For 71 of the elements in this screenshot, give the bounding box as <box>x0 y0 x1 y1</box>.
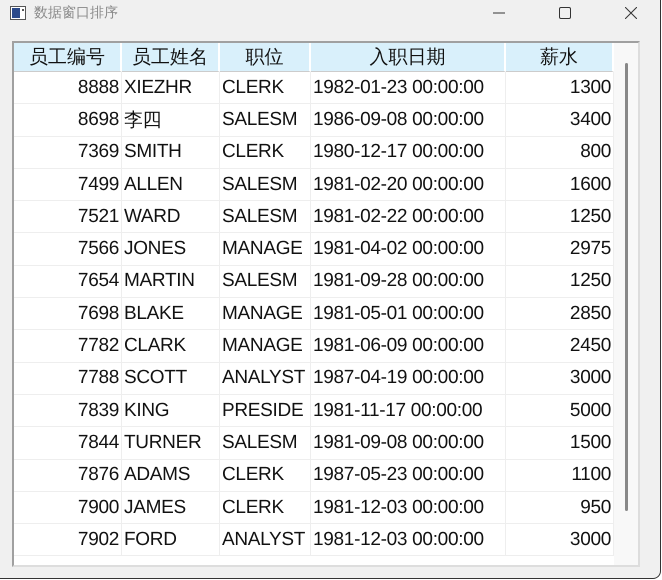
table-cell: XIEZHR <box>122 72 220 104</box>
table-cell: SALESM <box>220 168 311 202</box>
table-cell: 1981-02-20 00:00:00 <box>311 168 506 202</box>
table-cell: 7900 <box>14 492 122 524</box>
table-cell: TURNER <box>122 427 220 460</box>
table-cell: 7782 <box>14 330 122 363</box>
table-cell: 7902 <box>14 524 122 556</box>
table-cell: MANAGE <box>220 330 311 363</box>
table-cell: FORD <box>122 524 220 556</box>
table-cell: 1981-12-03 00:00:00 <box>311 492 506 524</box>
table-cell: CLERK <box>220 492 311 524</box>
table-cell: 8888 <box>14 72 122 104</box>
salary-header[interactable]: 薪水 <box>506 43 614 72</box>
table-cell: 7698 <box>14 298 122 330</box>
table-cell: SALESM <box>220 427 311 460</box>
table-cell: JONES <box>122 233 220 266</box>
table-cell: WARD <box>122 201 220 234</box>
table-cell: SALESM <box>220 201 311 234</box>
table-cell: 7839 <box>14 394 122 428</box>
table-cell: MANAGE <box>220 298 311 330</box>
table-cell: 1981-09-28 00:00:00 <box>311 266 506 298</box>
app-icon <box>10 6 26 20</box>
table-cell: 李四 <box>122 104 220 137</box>
table-cell: BLAKE <box>122 298 220 330</box>
table-cell: 1981-02-22 00:00:00 <box>311 201 506 234</box>
table-cell: 1980-12-17 00:00:00 <box>311 136 506 169</box>
scrollbar[interactable] <box>614 43 638 565</box>
table-cell: 1987-04-19 00:00:00 <box>311 362 506 395</box>
table-cell: ALLEN <box>122 168 220 202</box>
table-cell: 1986-09-08 00:00:00 <box>311 104 506 137</box>
maximize-icon <box>559 7 571 19</box>
table-cell: 7844 <box>14 427 122 460</box>
table-cell: KING <box>122 394 220 428</box>
close-icon <box>625 7 637 19</box>
table-cell: PRESIDE <box>220 394 311 428</box>
employee-name-header[interactable]: 员工姓名 <box>122 43 220 72</box>
table-cell: JAMES <box>122 492 220 524</box>
table-cell: 1981-09-08 00:00:00 <box>311 427 506 460</box>
table-cell: 8698 <box>14 104 122 137</box>
table-cell: SALESM <box>220 104 311 137</box>
hire-date-header[interactable]: 入职日期 <box>311 43 506 72</box>
table-cell: CLERK <box>220 72 311 104</box>
table-cell: 1981-12-03 00:00:00 <box>311 524 506 556</box>
table-cell: MANAGE <box>220 233 311 266</box>
table-cell: 1981-04-02 00:00:00 <box>311 233 506 266</box>
table-cell: 7654 <box>14 266 122 298</box>
table-cell: 1981-11-17 00:00:00 <box>311 394 506 428</box>
table-cell: SCOTT <box>122 362 220 395</box>
table-cell: 7876 <box>14 460 122 492</box>
table-cell: 7788 <box>14 362 122 395</box>
job-header[interactable]: 职位 <box>220 43 311 72</box>
table-cell: 1981-05-01 00:00:00 <box>311 298 506 330</box>
table-cell: ANALYST <box>220 362 311 395</box>
table-cell: 1981-06-09 00:00:00 <box>311 330 506 363</box>
table-cell: 7369 <box>14 136 122 169</box>
table-cell: ADAMS <box>122 460 220 492</box>
table-cell: 7499 <box>14 168 122 202</box>
table-cell: 7566 <box>14 233 122 266</box>
table-cell: ANALYST <box>220 524 311 556</box>
table-cell: SALESM <box>220 266 311 298</box>
table-cell: 1982-01-23 00:00:00 <box>311 72 506 104</box>
table-cell: CLARK <box>122 330 220 363</box>
scrollbar-thumb[interactable] <box>624 63 628 511</box>
table-cell: CLERK <box>220 136 311 169</box>
employee-id-header[interactable]: 员工编号 <box>14 43 122 72</box>
table-cell: 7521 <box>14 201 122 234</box>
window-title: 数据窗口排序 <box>34 4 119 22</box>
table-cell: MARTIN <box>122 266 220 298</box>
table-cell: SMITH <box>122 136 220 169</box>
table-cell: 1987-05-23 00:00:00 <box>311 460 506 492</box>
table-cell: CLERK <box>220 460 311 492</box>
